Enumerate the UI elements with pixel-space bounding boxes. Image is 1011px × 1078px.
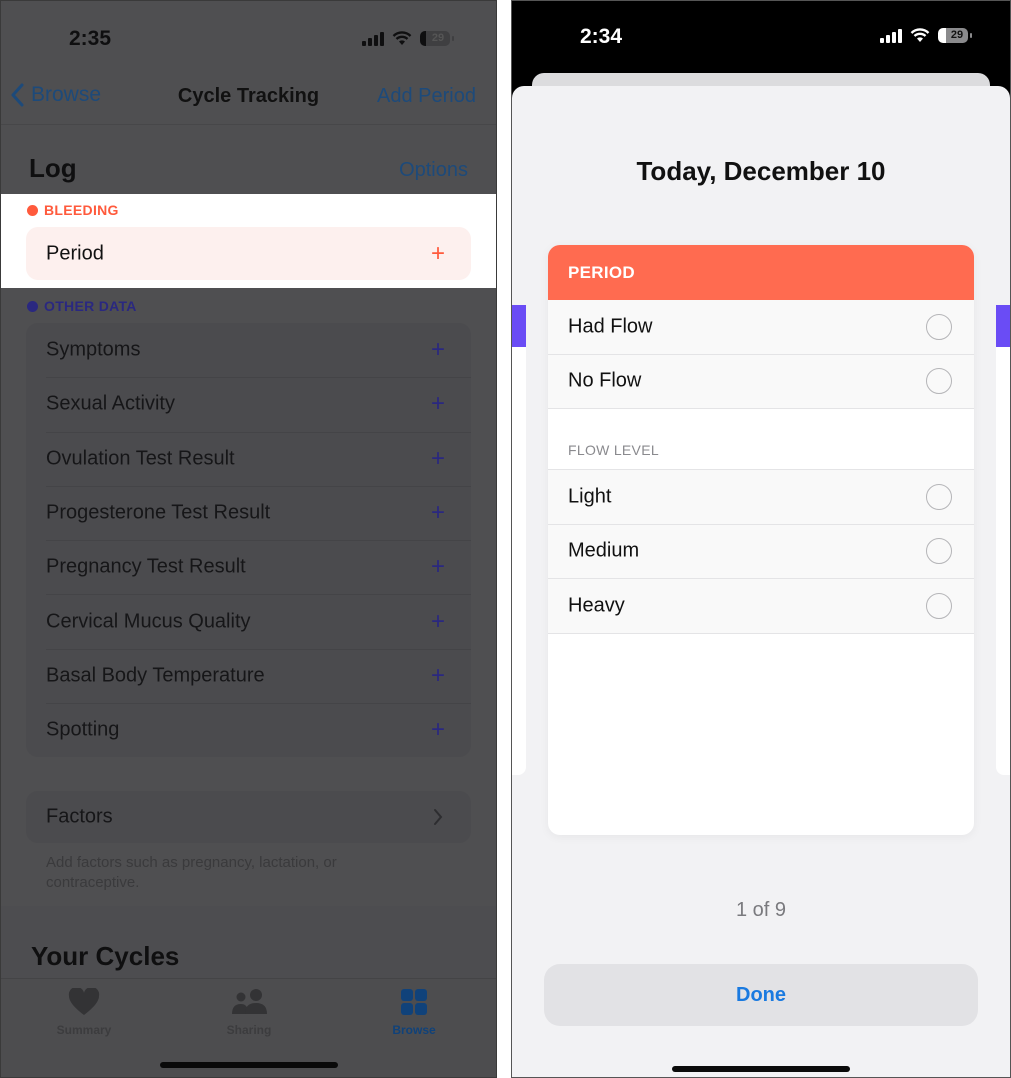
other-data-header-label: OTHER DATA (44, 298, 137, 314)
date-title: Today, December 10 (636, 156, 886, 186)
plus-icon[interactable]: + (431, 716, 445, 744)
done-button[interactable]: Done (544, 964, 978, 1026)
list-item[interactable]: Basal Body Temperature + (26, 648, 471, 703)
bleeding-header: BLEEDING (27, 202, 119, 218)
option-label: Light (568, 485, 612, 508)
list-item-label: Symptoms (46, 338, 141, 361)
list-item[interactable]: Sexual Activity + (26, 377, 471, 431)
list-item-label: Progesterone Test Result (46, 501, 271, 524)
list-item-label: Basal Body Temperature (46, 664, 265, 687)
bleeding-section: BLEEDING Period + (1, 194, 496, 288)
options-button[interactable]: Options (399, 159, 468, 182)
heart-icon (39, 987, 129, 1017)
radio-button[interactable] (926, 483, 952, 510)
radio-button[interactable] (926, 592, 952, 619)
option-had-flow[interactable]: Had Flow (548, 300, 974, 355)
home-indicator[interactable] (159, 1062, 338, 1068)
next-card-peek[interactable] (996, 305, 1010, 775)
status-icons: 29 (362, 31, 454, 46)
option-light[interactable]: Light (548, 470, 974, 525)
log-heading: Log (29, 153, 77, 183)
tab-bar: Summary Sharing Browse (1, 978, 496, 1077)
list-item[interactable]: Symptoms + (26, 323, 471, 377)
bleeding-header-label: BLEEDING (44, 202, 119, 218)
wifi-icon (392, 31, 412, 45)
option-label: Medium (568, 539, 640, 562)
battery-icon: 29 (420, 31, 454, 46)
status-icons: 29 (880, 28, 972, 43)
radio-button[interactable] (926, 313, 952, 340)
tab-sharing[interactable]: Sharing (204, 987, 294, 1037)
plus-icon[interactable]: + (431, 608, 445, 636)
plus-icon[interactable]: + (431, 390, 445, 418)
tab-summary[interactable]: Summary (39, 987, 129, 1037)
other-data-dot-icon (27, 300, 38, 312)
cellular-signal-icon (880, 28, 902, 43)
list-item[interactable]: Cervical Mucus Quality + (26, 594, 471, 648)
add-period-button[interactable]: Add Period (377, 85, 476, 108)
option-label: Had Flow (568, 315, 653, 338)
list-item-label: Sexual Activity (46, 392, 175, 415)
list-item[interactable]: Pregnancy Test Result + (26, 540, 471, 594)
option-label: Heavy (568, 594, 625, 617)
other-data-header: OTHER DATA (27, 298, 137, 314)
log-period-screen: 2:34 29 Today, December 10 PERIOD Had Fl… (511, 0, 1011, 1078)
period-row[interactable]: Period + (26, 227, 471, 280)
battery-level: 29 (431, 32, 445, 44)
list-item[interactable]: Spotting + (26, 703, 471, 757)
status-bar: 2:35 29 (1, 1, 496, 79)
cycle-tracking-screen: 2:35 29 Browse Cycle Tracking Add Period… (0, 0, 497, 1078)
factors-row[interactable]: Factors (26, 791, 471, 843)
option-medium[interactable]: Medium (548, 524, 974, 579)
wifi-icon (910, 28, 930, 42)
plus-icon[interactable]: + (431, 240, 445, 268)
radio-button[interactable] (926, 368, 952, 395)
other-data-list: Symptoms + Sexual Activity + Ovulation Tes… (26, 323, 471, 757)
list-item-label: Pregnancy Test Result (46, 555, 246, 578)
list-item-label: Ovulation Test Result (46, 447, 235, 470)
status-time: 2:35 (69, 27, 112, 50)
factors-label: Factors (46, 805, 113, 828)
cellular-signal-icon (362, 31, 384, 46)
list-item-label: Cervical Mucus Quality (46, 610, 251, 633)
home-indicator[interactable] (672, 1066, 850, 1072)
plus-icon[interactable]: + (431, 499, 445, 527)
nav-bar: Browse Cycle Tracking Add Period (1, 71, 496, 125)
tab-browse[interactable]: Browse (369, 987, 459, 1037)
period-card-header: PERIOD (548, 245, 974, 300)
tab-label: Sharing (226, 1023, 272, 1037)
your-cycles-heading: Your Cycles (31, 941, 180, 971)
list-item[interactable]: Progesterone Test Result + (26, 485, 471, 540)
battery-icon: 29 (938, 28, 972, 43)
option-no-flow[interactable]: No Flow (548, 354, 974, 409)
option-heavy[interactable]: Heavy (548, 579, 974, 634)
tab-label: Browse (392, 1023, 436, 1037)
list-item[interactable]: Ovulation Test Result + (26, 431, 471, 486)
list-item-label: Spotting (46, 718, 120, 741)
tab-label: Summary (56, 1023, 112, 1037)
radio-button[interactable] (926, 538, 952, 565)
page-indicator: 1 of 9 (735, 899, 787, 921)
flow-level-label: FLOW LEVEL (548, 409, 974, 470)
status-bar: 2:34 29 (512, 1, 1010, 79)
plus-icon[interactable]: + (431, 662, 445, 690)
plus-icon[interactable]: + (431, 445, 445, 473)
period-label: Period (46, 242, 104, 264)
chevron-right-icon (434, 809, 443, 825)
status-time: 2:34 (580, 25, 623, 48)
previous-card-peek[interactable] (512, 305, 526, 775)
battery-level: 29 (950, 29, 964, 41)
grid-icon (369, 987, 459, 1017)
period-card: PERIOD Had Flow No Flow FLOW LEVEL Light… (548, 245, 974, 835)
bleeding-dot-icon (27, 204, 38, 216)
people-icon (204, 987, 294, 1017)
plus-icon[interactable]: + (431, 336, 445, 364)
factors-note: Add factors such as pregnancy, lactation… (46, 854, 337, 891)
option-label: No Flow (568, 369, 642, 392)
plus-icon[interactable]: + (431, 553, 445, 581)
